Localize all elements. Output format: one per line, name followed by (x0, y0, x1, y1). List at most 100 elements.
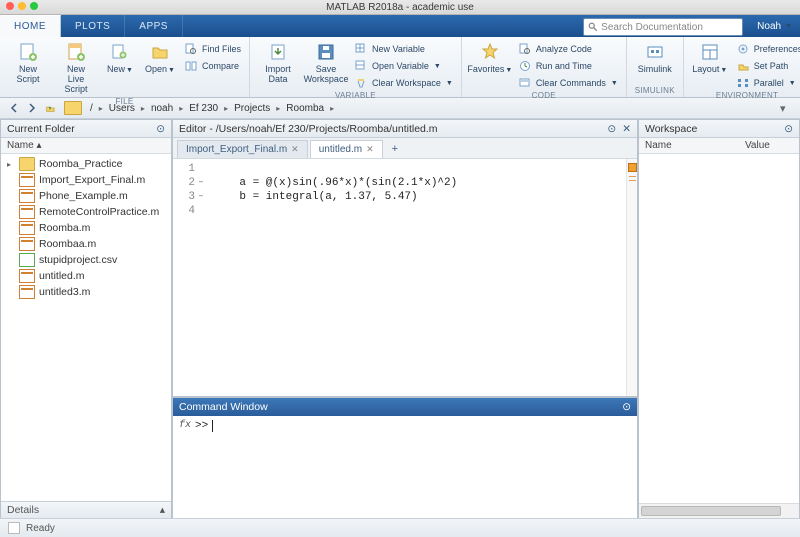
editor-menu-icon[interactable]: ⊙ (607, 123, 616, 135)
file-icon (19, 237, 35, 251)
preferences-button[interactable]: Preferences (734, 41, 800, 57)
simulink-group: Simulink SIMULINK (627, 37, 684, 97)
main-area: Current Folder ⊙ Name ▴ ▸Roomba_Practice… (0, 119, 800, 519)
center-panel: Editor - /Users/noah/Ef 230/Projects/Roo… (172, 119, 638, 519)
simulink-button[interactable]: Simulink (633, 39, 677, 77)
crumb-2[interactable]: noah (149, 103, 175, 114)
file-icon (19, 285, 35, 299)
maximize-window-button[interactable] (30, 2, 38, 10)
line-marks: –– (195, 159, 207, 219)
editor-tab-1[interactable]: untitled.m✕ (310, 140, 383, 158)
current-folder-panel: Current Folder ⊙ Name ▴ ▸Roomba_Practice… (0, 119, 172, 519)
compare-button[interactable]: Compare (182, 58, 243, 74)
file-item[interactable]: Roomba.m (1, 220, 171, 236)
file-item[interactable]: untitled3.m (1, 284, 171, 300)
file-icon (19, 253, 35, 267)
file-icon (19, 269, 35, 283)
up-folder-button[interactable] (42, 101, 58, 115)
status-bar: Ready (0, 518, 800, 537)
workspace-panel: Workspace ⊙ Name Value (638, 119, 800, 519)
run-and-time-button[interactable]: Run and Time (516, 58, 620, 74)
favorites-button[interactable]: Favorites▼ (468, 39, 512, 77)
code-group: Favorites▼ Analyze Code Run and Time Cle… (462, 37, 627, 97)
editor-close-button[interactable]: ✕ (622, 123, 631, 135)
new-live-script-button[interactable]: NewLive Script (54, 39, 98, 97)
command-window-body[interactable]: fx >> (173, 416, 637, 518)
workspace-columns[interactable]: Name Value (639, 138, 799, 154)
editor-tab-bar: Import_Export_Final.m✕ untitled.m✕ + (173, 138, 637, 159)
message-strip[interactable] (626, 159, 637, 396)
crumb-4[interactable]: Projects (232, 103, 272, 114)
crumb-1[interactable]: Users (107, 103, 137, 114)
folder-icon (64, 101, 82, 115)
file-item[interactable]: stupidproject.csv (1, 252, 171, 268)
file-item[interactable]: Roombaa.m (1, 236, 171, 252)
window-titlebar: MATLAB R2018a - academic use (0, 0, 800, 15)
file-item[interactable]: RemoteControlPractice.m (1, 204, 171, 220)
file-list: ▸Roomba_PracticeImport_Export_Final.mPho… (1, 154, 171, 501)
details-header[interactable]: Details▴ (1, 501, 171, 518)
close-window-button[interactable] (6, 2, 14, 10)
workspace-header: Workspace ⊙ (639, 120, 799, 138)
text-cursor (212, 420, 213, 432)
command-window-header: Command Window ⊙ (173, 398, 637, 416)
path-dropdown[interactable]: ▾ (780, 102, 794, 115)
tab-home[interactable]: HOME (0, 15, 61, 37)
parallel-button[interactable]: Parallel▼ (734, 75, 800, 91)
tab-apps[interactable]: APPS (125, 15, 183, 37)
window-title: MATLAB R2018a - academic use (326, 2, 474, 13)
forward-button[interactable] (24, 101, 40, 115)
command-window-panel: Command Window ⊙ fx >> (172, 397, 638, 519)
clear-workspace-button[interactable]: Clear Workspace▼ (352, 75, 455, 91)
command-window-menu-icon[interactable]: ⊙ (622, 401, 631, 413)
new-script-button[interactable]: NewScript (6, 39, 50, 87)
crumb-5[interactable]: Roomba (284, 103, 326, 114)
expand-icon[interactable]: ▸ (7, 160, 15, 169)
crumb-root[interactable]: / (88, 103, 95, 114)
file-item[interactable]: untitled.m (1, 268, 171, 284)
busy-indicator (8, 522, 20, 534)
open-button[interactable]: Open▼ (142, 39, 178, 77)
panel-menu-icon[interactable]: ⊙ (156, 123, 165, 135)
import-data-button[interactable]: ImportData (256, 39, 300, 87)
file-icon (19, 189, 35, 203)
new-variable-button[interactable]: New Variable (352, 41, 455, 57)
file-icon (19, 221, 35, 235)
find-files-button[interactable]: Find Files (182, 41, 243, 57)
analyze-code-button[interactable]: Analyze Code (516, 41, 620, 57)
save-workspace-button[interactable]: SaveWorkspace (304, 39, 348, 87)
crumb-3[interactable]: Ef 230 (187, 103, 220, 114)
file-item[interactable]: Phone_Example.m (1, 188, 171, 204)
workspace-menu-icon[interactable]: ⊙ (784, 123, 793, 135)
layout-button[interactable]: Layout▼ (690, 39, 730, 77)
code-area[interactable]: a = @(x)sin(.96*x)*(sin(2.1*x)^2) b = in… (213, 163, 625, 219)
new-button[interactable]: New▼ (102, 39, 138, 77)
new-tab-button[interactable]: + (385, 140, 405, 158)
toolstrip-tabs: HOME PLOTS APPS Search Documentation Noa… (0, 15, 800, 37)
open-variable-button[interactable]: Open Variable▼ (352, 58, 455, 74)
file-column-header[interactable]: Name ▴ (1, 138, 171, 154)
search-documentation-input[interactable]: Search Documentation (583, 18, 743, 36)
tab-plots[interactable]: PLOTS (61, 15, 125, 37)
variable-group: ImportData SaveWorkspace New Variable Op… (250, 37, 462, 97)
fx-icon[interactable]: fx (179, 420, 191, 431)
editor-panel: Editor - /Users/noah/Ef 230/Projects/Roo… (172, 119, 638, 397)
ribbon: NewScript NewLive Script New▼ Open▼ Find… (0, 37, 800, 98)
window-controls[interactable] (6, 2, 38, 10)
editor-tab-0[interactable]: Import_Export_Final.m✕ (177, 140, 308, 158)
folder-icon (19, 157, 35, 171)
editor-header: Editor - /Users/noah/Ef 230/Projects/Roo… (173, 120, 637, 138)
clear-commands-button[interactable]: Clear Commands▼ (516, 75, 620, 91)
editor-view[interactable]: 1234 –– a = @(x)sin(.96*x)*(sin(2.1*x)^2… (173, 159, 637, 396)
search-icon (588, 22, 598, 32)
minimize-window-button[interactable] (18, 2, 26, 10)
file-icon (19, 173, 35, 187)
back-button[interactable] (6, 101, 22, 115)
file-item[interactable]: ▸Roomba_Practice (1, 156, 171, 172)
workspace-h-scrollbar[interactable] (639, 503, 799, 518)
file-item[interactable]: Import_Export_Final.m (1, 172, 171, 188)
current-folder-header: Current Folder ⊙ (1, 120, 171, 138)
set-path-button[interactable]: Set Path (734, 58, 800, 74)
file-group: NewScript NewLive Script New▼ Open▼ Find… (0, 37, 250, 97)
user-menu[interactable]: Noah▼ (749, 15, 800, 37)
